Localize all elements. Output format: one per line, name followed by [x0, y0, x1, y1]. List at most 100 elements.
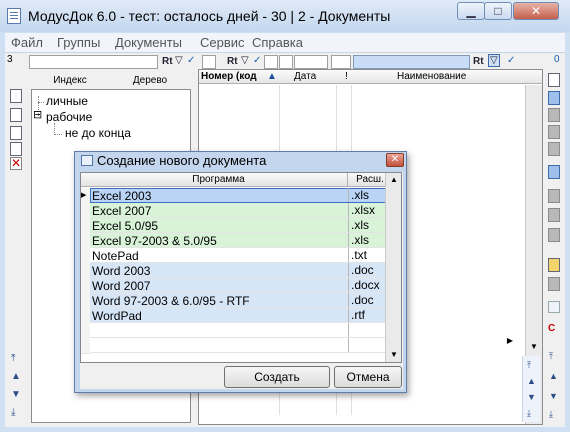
- left-filter-input[interactable]: [29, 55, 158, 69]
- delete-icon[interactable]: ✕: [10, 157, 22, 170]
- tab-index[interactable]: Индекс: [34, 75, 106, 86]
- col-date[interactable]: Дата: [294, 71, 316, 82]
- table-row[interactable]: Word 2007 .docx: [90, 278, 392, 293]
- row-selector[interactable]: [81, 203, 90, 219]
- grid-vertical-scrollbar[interactable]: ▲ ▼: [385, 173, 401, 362]
- menu-file[interactable]: Файл: [11, 35, 43, 50]
- check-icon[interactable]: ✓: [253, 55, 261, 66]
- row-selector[interactable]: [81, 293, 90, 309]
- right-filter-box-6[interactable]: [353, 55, 470, 69]
- check-icon[interactable]: ✓: [187, 55, 195, 66]
- document-grey-icon[interactable]: [548, 125, 560, 139]
- program-cell: NotePad: [92, 249, 139, 263]
- create-button[interactable]: Создать: [224, 366, 330, 388]
- move-bottom-icon[interactable]: ⤓: [527, 408, 531, 419]
- collapse-icon[interactable]: ⊟: [33, 110, 42, 121]
- move-bottom-icon[interactable]: ⤓: [549, 409, 553, 420]
- maximize-button[interactable]: □: [484, 2, 512, 20]
- tree-node[interactable]: не до конца: [65, 126, 131, 140]
- col-number[interactable]: Номер (код: [201, 71, 257, 82]
- copy-icon[interactable]: [548, 189, 560, 203]
- edit-document-icon[interactable]: [10, 126, 22, 140]
- document-grey-icon[interactable]: [548, 277, 560, 291]
- refresh-icon[interactable]: [548, 91, 560, 105]
- filter-active-icon[interactable]: ▽: [488, 54, 500, 67]
- view-document-icon[interactable]: [10, 142, 22, 156]
- minimize-button[interactable]: ▁: [457, 2, 485, 20]
- right-rt-button-2[interactable]: Rt: [473, 56, 484, 67]
- document-icon[interactable]: [548, 73, 560, 87]
- menu-documents[interactable]: Документы: [115, 35, 182, 50]
- menu-help[interactable]: Справка: [252, 35, 303, 50]
- new-document-icon[interactable]: [10, 89, 22, 103]
- col-program[interactable]: Программа: [90, 173, 348, 187]
- move-up-icon[interactable]: ▲: [549, 371, 558, 381]
- right-filter-box-4[interactable]: [294, 55, 328, 69]
- copyright-icon[interactable]: C: [548, 323, 555, 334]
- program-cell: Excel 97-2003 & 5.0/95: [92, 234, 217, 248]
- right-rt-button[interactable]: Rt: [227, 56, 238, 67]
- extension-cell: .doc: [348, 293, 374, 307]
- left-rt-button[interactable]: Rt: [162, 56, 173, 67]
- extension-cell: .doc: [348, 263, 374, 277]
- tab-tree[interactable]: Дерево: [114, 75, 186, 86]
- table-row[interactable]: NotePad .txt: [90, 248, 392, 263]
- move-down-icon[interactable]: ▼: [11, 389, 21, 400]
- right-filter-box-1[interactable]: [202, 55, 216, 69]
- col-flag[interactable]: !: [345, 71, 348, 82]
- right-filter-box-3[interactable]: [279, 55, 293, 69]
- new-document-dialog: Создание нового документа ✕ Программа Ра…: [74, 151, 407, 393]
- right-filter-box-5[interactable]: [331, 55, 351, 69]
- filter-icon[interactable]: ▽: [175, 55, 183, 66]
- move-up-icon[interactable]: ▲: [11, 371, 21, 382]
- move-top-icon[interactable]: ⤒: [11, 353, 15, 364]
- close-window-button[interactable]: ✕: [513, 2, 559, 20]
- scroll-up-icon[interactable]: ▲: [390, 175, 398, 184]
- move-up-icon[interactable]: ▲: [527, 376, 536, 386]
- scroll-down-icon[interactable]: ▼: [390, 350, 398, 359]
- row-selector[interactable]: [81, 263, 90, 279]
- folder-icon[interactable]: [548, 258, 560, 272]
- table-row[interactable]: Word 97-2003 & 6.0/95 - RTF .doc: [90, 293, 392, 308]
- cancel-button[interactable]: Отмена: [334, 366, 402, 388]
- table-row[interactable]: Excel 97-2003 & 5.0/95 .xls: [90, 233, 392, 248]
- table-row[interactable]: Word 2003 .doc: [90, 263, 392, 278]
- calendar-icon[interactable]: [548, 165, 560, 179]
- row-selector[interactable]: [81, 248, 90, 264]
- menu-groups[interactable]: Группы: [57, 35, 100, 50]
- table-row[interactable]: Excel 2007 .xlsx: [90, 203, 392, 218]
- close-icon[interactable]: ✕: [386, 153, 404, 167]
- extension-cell: .rtf: [348, 308, 365, 322]
- table-row[interactable]: Excel 5.0/95 .xls: [90, 218, 392, 233]
- move-down-icon[interactable]: ▼: [549, 391, 558, 401]
- row-selector: [81, 323, 90, 339]
- move-top-icon[interactable]: ⤒: [549, 351, 553, 362]
- scroll-down-icon[interactable]: ▼: [530, 342, 538, 351]
- table-row[interactable]: WordPad .rtf: [90, 308, 392, 323]
- col-name[interactable]: Наименование: [397, 71, 466, 82]
- tree-node[interactable]: личные: [46, 94, 88, 108]
- row-selector[interactable]: [81, 218, 90, 234]
- row-selector[interactable]: [81, 308, 90, 324]
- empty-row: [90, 323, 392, 338]
- document-icon[interactable]: [10, 108, 22, 122]
- menu-service[interactable]: Сервис: [200, 35, 245, 50]
- row-selector[interactable]: [81, 278, 90, 294]
- scroll-right-icon[interactable]: ▶: [495, 336, 525, 348]
- tree-node[interactable]: рабочие: [46, 110, 92, 124]
- paste-icon[interactable]: [548, 208, 560, 222]
- sort-asc-icon: ▲: [267, 71, 277, 82]
- table-row[interactable]: Excel 2003 .xls: [90, 188, 392, 203]
- move-bottom-icon[interactable]: ⤓: [11, 407, 15, 418]
- row-pointer-icon[interactable]: ▶: [81, 188, 90, 204]
- document-grey-icon[interactable]: [548, 142, 560, 156]
- list-icon[interactable]: [548, 301, 560, 313]
- move-down-icon[interactable]: ▼: [527, 392, 536, 402]
- document-grey-icon[interactable]: [548, 108, 560, 122]
- right-filter-box-2[interactable]: [264, 55, 278, 69]
- check-icon[interactable]: ✓: [507, 55, 515, 66]
- clipboard-icon[interactable]: [548, 228, 560, 242]
- row-selector[interactable]: [81, 233, 90, 249]
- move-top-icon[interactable]: ⤒: [527, 360, 531, 371]
- filter-icon[interactable]: ▽: [241, 55, 249, 66]
